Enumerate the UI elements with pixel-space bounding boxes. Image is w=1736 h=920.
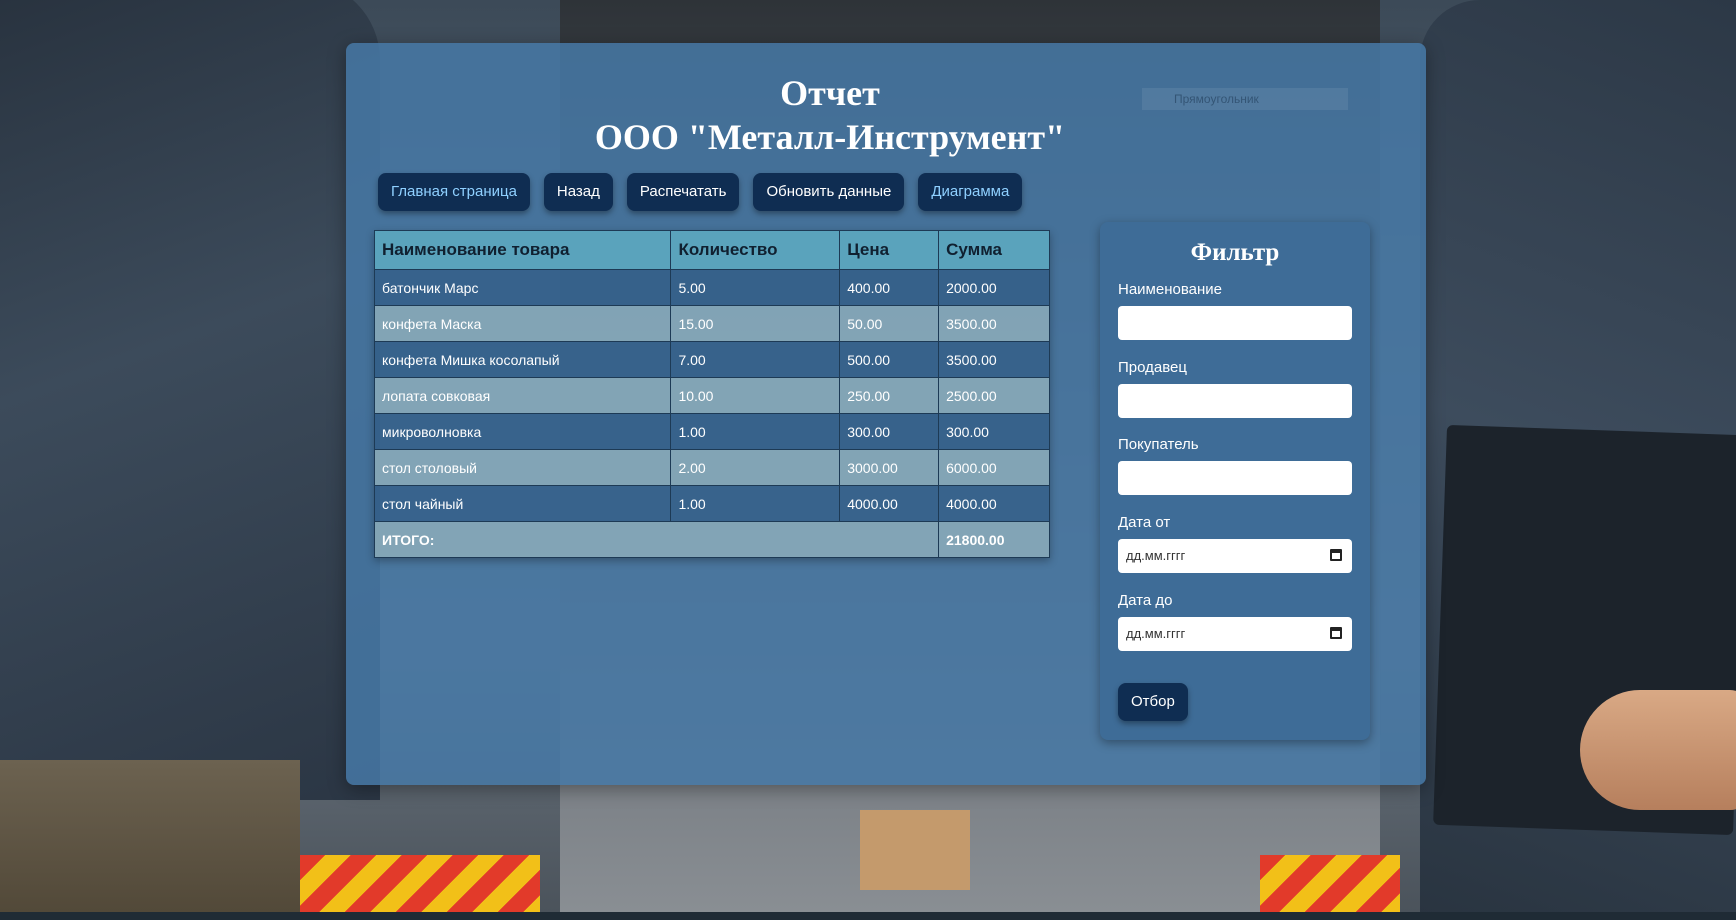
column-header-sum: Сумма: [938, 230, 1050, 270]
cell-quantity: 1.00: [670, 485, 841, 522]
cell-quantity: 10.00: [670, 377, 841, 414]
page-title: Отчет ООО "Металл-Инструмент": [346, 71, 1314, 159]
page-title-line1: Отчет: [780, 73, 880, 113]
cell-price: 3000.00: [839, 449, 940, 486]
column-header-quantity: Количество: [670, 230, 841, 270]
table-total-row: ИТОГО: 21800.00: [373, 521, 1050, 558]
page-title-line2: ООО "Металл-Инструмент": [594, 117, 1066, 157]
print-button[interactable]: Распечатать: [626, 173, 740, 211]
cell-name: батончик Марс: [373, 269, 672, 306]
cell-sum: 2000.00: [938, 269, 1050, 306]
cell-name: микроволновка: [373, 413, 672, 450]
seller-label: Продавец: [1118, 359, 1187, 376]
column-header-price: Цена: [839, 230, 940, 270]
seller-input[interactable]: [1118, 384, 1352, 418]
refresh-button[interactable]: Обновить данные: [753, 173, 905, 211]
cell-name: лопата совковая: [373, 377, 672, 414]
cell-name: конфета Маска: [373, 305, 672, 342]
cell-price: 400.00: [839, 269, 940, 306]
table-row: конфета Мишка косолапый 7.00 500.00 3500…: [373, 341, 1050, 378]
cell-quantity: 2.00: [670, 449, 841, 486]
cell-quantity: 7.00: [670, 341, 841, 378]
buyer-input[interactable]: [1118, 461, 1352, 495]
calendar-icon[interactable]: [1330, 549, 1342, 561]
filter-panel: Фильтр Наименование Продавец Покупатель …: [1100, 222, 1370, 740]
report-table: Наименование товара Количество Цена Сумм…: [373, 230, 1050, 558]
cell-sum: 3500.00: [938, 341, 1050, 378]
cell-price: 4000.00: [839, 485, 940, 522]
cell-quantity: 5.00: [670, 269, 841, 306]
cell-sum: 300.00: [938, 413, 1050, 450]
name-input[interactable]: [1118, 306, 1352, 340]
back-button[interactable]: Назад: [543, 173, 613, 211]
table-row: микроволновка 1.00 300.00 300.00: [373, 413, 1050, 450]
cell-price: 250.00: [839, 377, 940, 414]
cell-quantity: 1.00: [670, 413, 841, 450]
cell-sum: 2500.00: [938, 377, 1050, 414]
buyer-label: Покупатель: [1118, 436, 1199, 453]
date-from-placeholder: дд.мм.гггг: [1126, 548, 1186, 563]
date-to-label: Дата до: [1118, 592, 1173, 609]
column-header-name: Наименование товара: [373, 230, 672, 270]
table-row: конфета Маска 15.00 50.00 3500.00: [373, 305, 1050, 342]
date-to-placeholder: дд.мм.гггг: [1126, 626, 1186, 641]
cell-sum: 4000.00: [938, 485, 1050, 522]
cell-name: стол чайный: [373, 485, 672, 522]
chart-button[interactable]: Диаграмма: [918, 173, 1023, 211]
cell-price: 300.00: [839, 413, 940, 450]
date-to-input[interactable]: дд.мм.гггг: [1118, 617, 1352, 651]
total-value: 21800.00: [938, 521, 1050, 558]
table-header-row: Наименование товара Количество Цена Сумм…: [373, 230, 1050, 270]
cell-sum: 6000.00: [938, 449, 1050, 486]
table-row: батончик Марс 5.00 400.00 2000.00: [373, 269, 1050, 306]
total-label: ИТОГО:: [373, 521, 940, 558]
apply-filter-button[interactable]: Отбор: [1118, 683, 1188, 721]
calendar-icon[interactable]: [1330, 627, 1342, 639]
cell-price: 500.00: [839, 341, 940, 378]
cell-sum: 3500.00: [938, 305, 1050, 342]
table-row: лопата совковая 10.00 250.00 2500.00: [373, 377, 1050, 414]
table-row: стол столовый 2.00 3000.00 6000.00: [373, 449, 1050, 486]
report-panel: Прямоугольник Отчет ООО "Металл-Инструме…: [346, 43, 1426, 785]
table-row: стол чайный 1.00 4000.00 4000.00: [373, 485, 1050, 522]
cell-name: конфета Мишка косолапый: [373, 341, 672, 378]
cell-name: стол столовый: [373, 449, 672, 486]
filter-title: Фильтр: [1190, 239, 1280, 266]
cell-price: 50.00: [839, 305, 940, 342]
date-from-input[interactable]: дд.мм.гггг: [1118, 539, 1352, 573]
cell-quantity: 15.00: [670, 305, 841, 342]
date-from-label: Дата от: [1118, 514, 1171, 531]
nav-bar: Главная страница Назад Распечатать Обнов…: [378, 173, 1023, 211]
home-button[interactable]: Главная страница: [378, 173, 530, 211]
name-label: Наименование: [1118, 281, 1222, 298]
